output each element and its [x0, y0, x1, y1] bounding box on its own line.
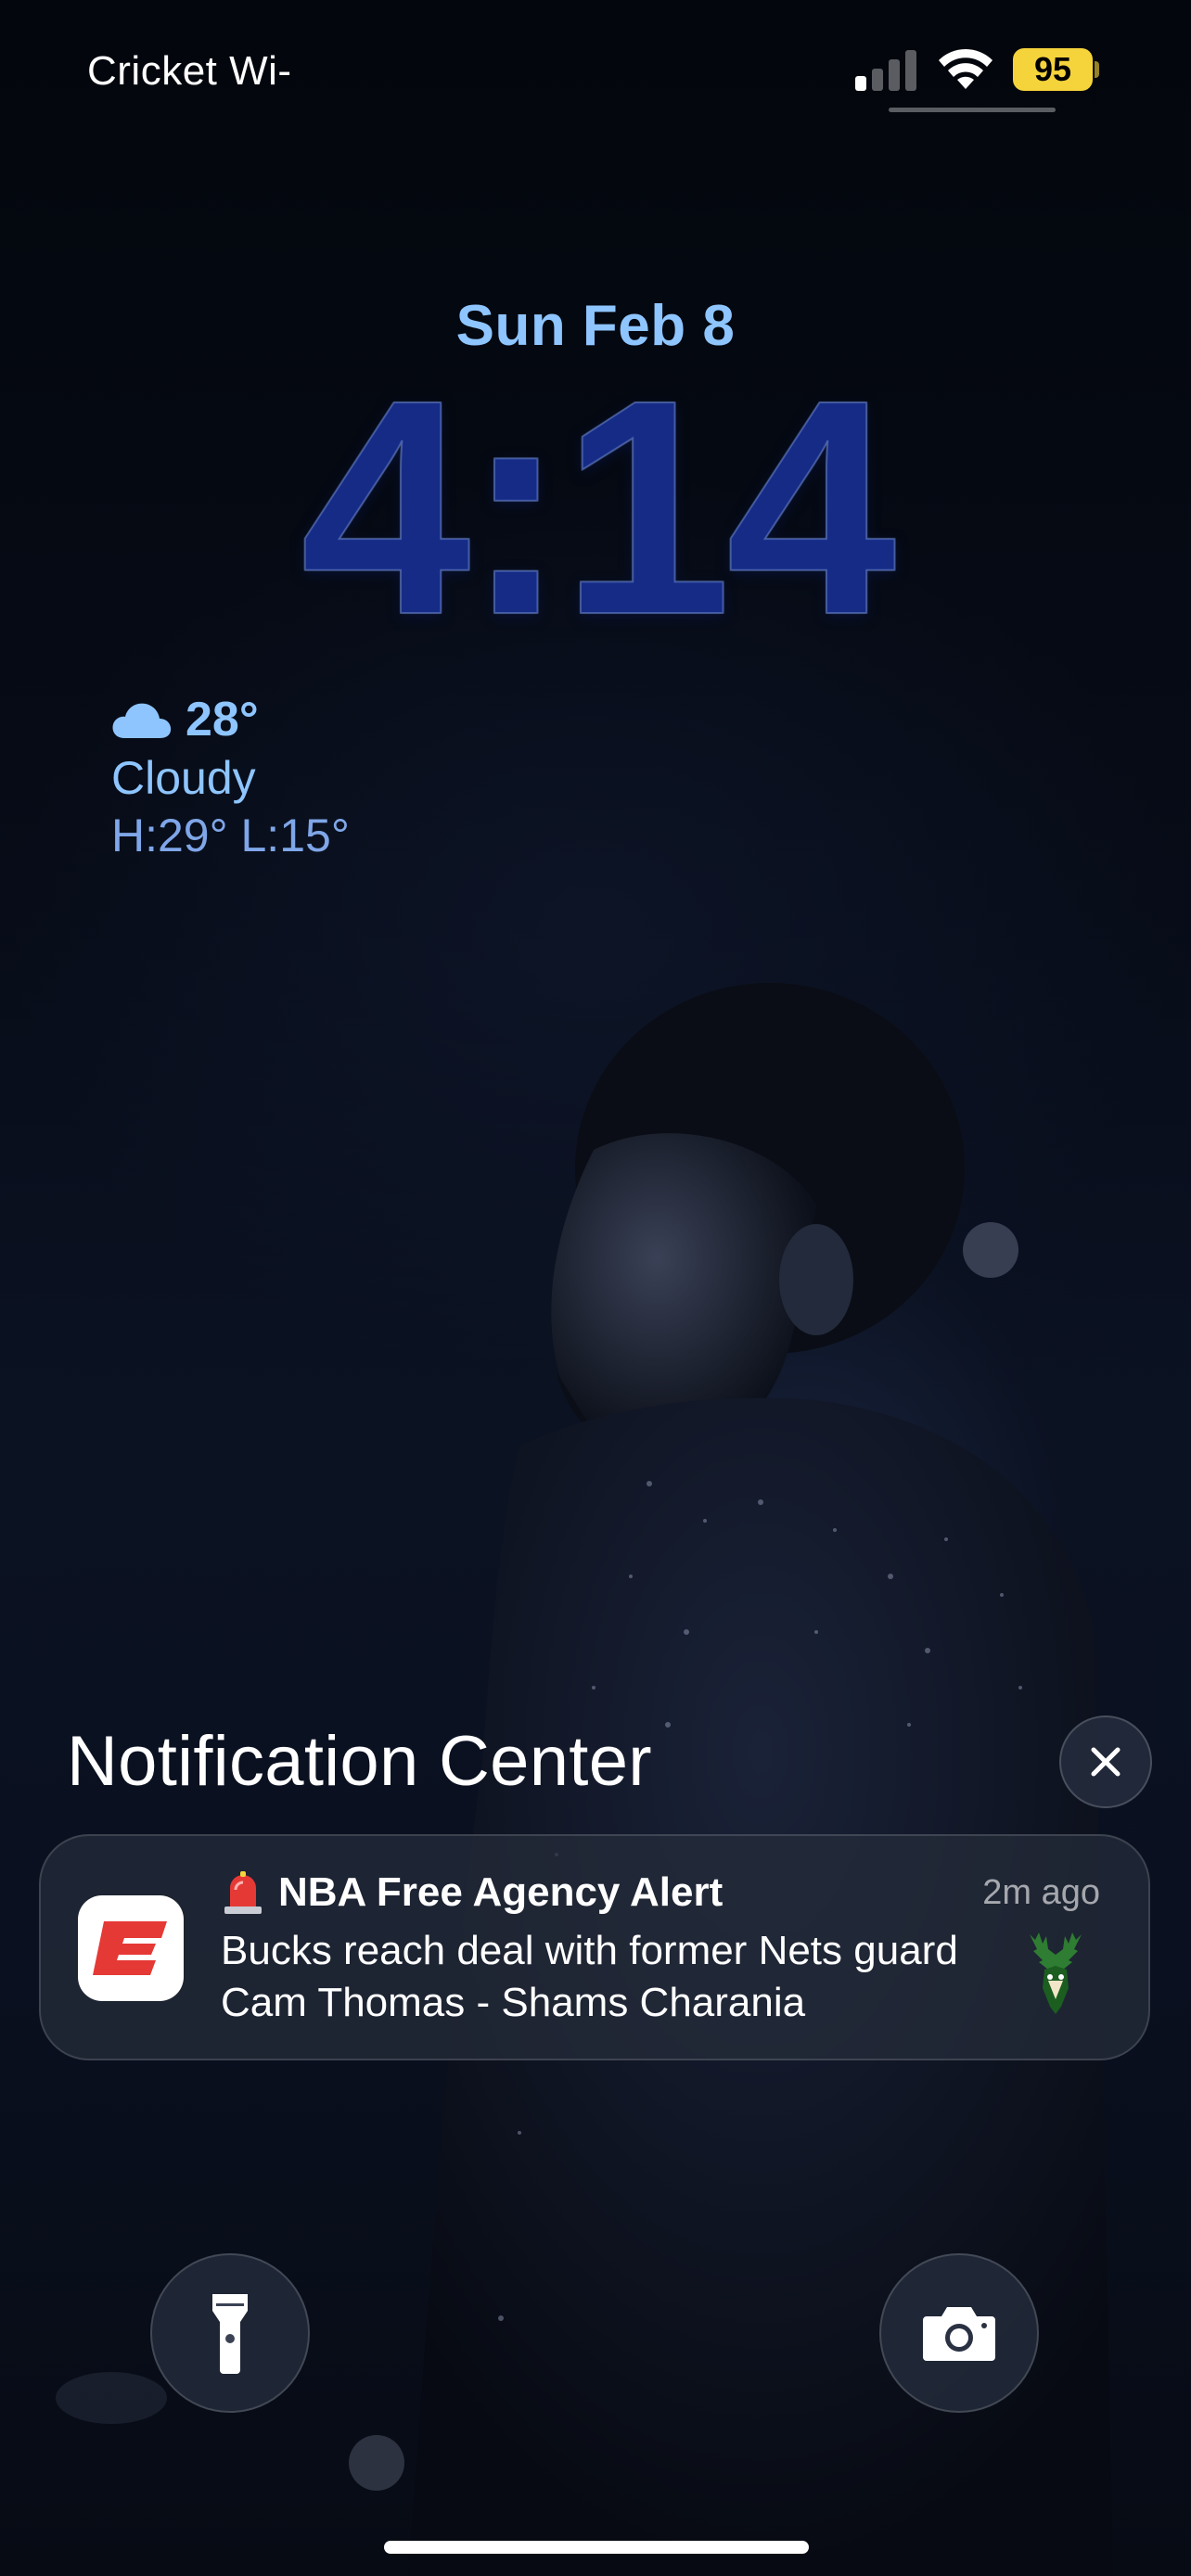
weather-widget[interactable]: 28° Cloudy H:29° L:15°: [111, 692, 350, 864]
espn-app-icon: [78, 1895, 184, 2001]
status-bar: Cricket Wi- 95: [0, 0, 1191, 139]
cloud-icon: [112, 703, 172, 738]
notification-body: Bucks reach deal with former Nets guard …: [221, 1928, 958, 2025]
cellular-signal-icon: [855, 50, 918, 91]
battery-icon: 95: [1013, 48, 1093, 91]
notification-card[interactable]: NBA Free Agency Alert 2m ago Bucks reach…: [39, 1834, 1150, 2060]
camera-button[interactable]: [879, 2253, 1039, 2413]
notification-title-row: NBA Free Agency Alert: [221, 1869, 723, 1916]
battery-tip: [1095, 61, 1099, 78]
notification-time: 2m ago: [982, 1873, 1100, 1912]
home-indicator[interactable]: [384, 2541, 809, 2554]
camera-icon: [923, 2307, 995, 2361]
notification-title: NBA Free Agency Alert: [278, 1869, 724, 1915]
wifi-icon: [939, 48, 992, 89]
carrier-label: Cricket Wi-: [87, 48, 292, 94]
close-icon: [1091, 1747, 1121, 1777]
weather-condition: Cloudy: [111, 752, 256, 804]
lock-time: 4:14: [300, 336, 897, 678]
status-underline: [889, 108, 1056, 112]
bucks-logo-icon: [1030, 1932, 1082, 2014]
clear-notifications-button[interactable]: [1059, 1715, 1152, 1808]
flashlight-button[interactable]: [150, 2253, 310, 2413]
siren-icon: [224, 1871, 262, 1914]
weather-temperature: 28°: [186, 693, 259, 746]
notification-center-title: Notification Center: [67, 1722, 652, 1801]
weather-high-low: H:29° L:15°: [111, 810, 350, 861]
flashlight-icon: [212, 2294, 248, 2374]
lock-screen: Cricket Wi- 95 Sun Feb 8 4:14 28° Cloudy…: [0, 0, 1191, 2576]
